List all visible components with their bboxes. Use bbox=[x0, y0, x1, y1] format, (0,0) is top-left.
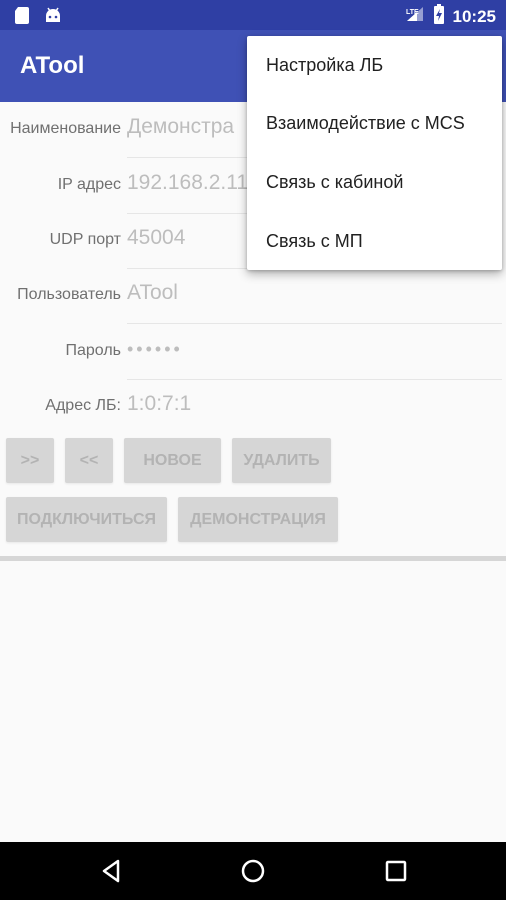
password-field[interactable]: •••••• bbox=[127, 339, 183, 360]
sd-card-icon bbox=[14, 6, 30, 29]
password-label: Пароль bbox=[65, 342, 121, 359]
overflow-menu: Настройка ЛБ Взаимодействие с MCS Связь … bbox=[247, 36, 502, 270]
battery-icon bbox=[433, 4, 445, 29]
name-label: Наименование bbox=[10, 120, 121, 137]
menu-item-mcs-interaction[interactable]: Взаимодействие с MCS bbox=[247, 94, 502, 152]
navigation-bar bbox=[0, 842, 506, 900]
svg-text:LTE: LTE bbox=[406, 9, 419, 16]
name-field[interactable]: Демонстра bbox=[127, 115, 234, 139]
user-field[interactable]: ATool bbox=[127, 281, 178, 305]
menu-item-mp-link[interactable]: Связь с МП bbox=[247, 212, 502, 270]
android-icon bbox=[44, 6, 62, 29]
demo-button[interactable]: ДЕМОНСТРАЦИЯ bbox=[178, 497, 338, 542]
menu-item-lb-settings[interactable]: Настройка ЛБ bbox=[247, 36, 502, 94]
next-button[interactable]: >> bbox=[6, 438, 54, 483]
recents-icon[interactable] bbox=[381, 856, 411, 886]
connect-button[interactable]: ПОДКЛЮЧИТЬСЯ bbox=[6, 497, 167, 542]
status-bar: LTE 10:25 bbox=[0, 0, 506, 30]
lb-address-value: 1:0:7:1 bbox=[127, 392, 192, 415]
new-button[interactable]: НОВОЕ bbox=[124, 438, 221, 483]
lb-address-row: Адрес ЛБ: 1:0:7:1 bbox=[0, 379, 506, 435]
udp-field[interactable]: 45004 bbox=[127, 226, 185, 250]
ip-field[interactable]: 192.168.2.11 bbox=[127, 171, 248, 195]
ip-label: IP адрес bbox=[57, 176, 121, 193]
lb-address-label: Адрес ЛБ: bbox=[45, 397, 121, 414]
udp-label: UDP порт bbox=[49, 231, 121, 248]
divider bbox=[0, 556, 506, 561]
user-label: Пользователь bbox=[17, 286, 121, 303]
menu-item-cabin-link[interactable]: Связь с кабиной bbox=[247, 153, 502, 211]
user-row: Пользователь ATool bbox=[0, 268, 506, 324]
app-title: ATool bbox=[20, 52, 85, 79]
password-row: Пароль •••••• bbox=[0, 324, 506, 380]
back-icon[interactable] bbox=[97, 856, 127, 886]
home-icon[interactable] bbox=[238, 856, 268, 886]
signal-icon: LTE bbox=[405, 5, 425, 28]
prev-button[interactable]: << bbox=[65, 438, 113, 483]
clock: 10:25 bbox=[452, 6, 496, 26]
delete-button[interactable]: УДАЛИТЬ bbox=[232, 438, 331, 483]
